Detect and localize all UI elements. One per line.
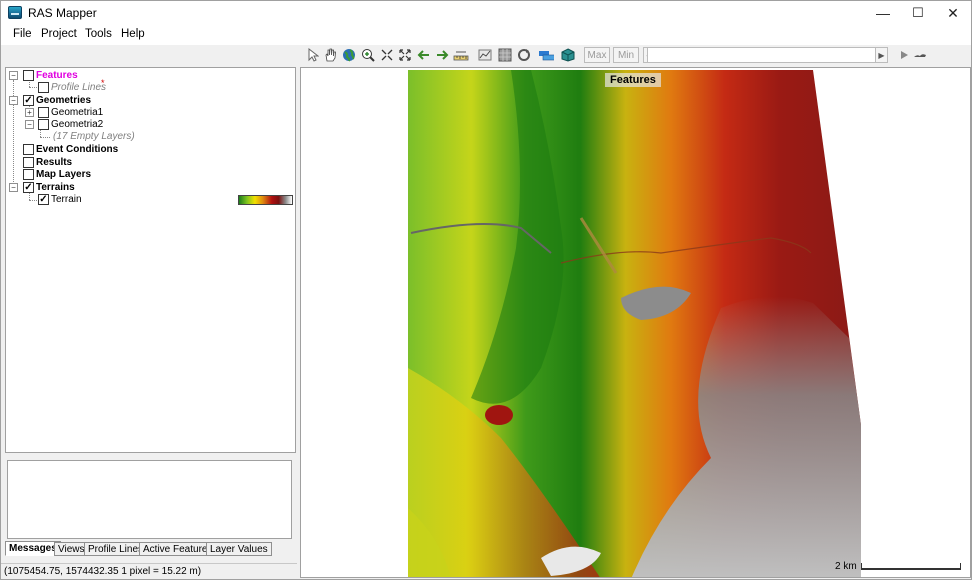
maximize-button[interactable]: ☐ [900, 1, 936, 25]
minimize-button[interactable]: — [865, 1, 901, 25]
geometria2-node-label[interactable]: Geometria2 [51, 119, 103, 130]
tree-connector [29, 80, 30, 87]
scale-bar [861, 563, 961, 570]
terrains-checkbox[interactable]: ✓ [23, 182, 34, 193]
max-button[interactable]: Max [584, 47, 610, 63]
terrain-raster [408, 70, 861, 577]
map-layers-checkbox[interactable] [23, 169, 34, 180]
geometria2-collapse-toggle[interactable]: − [25, 120, 34, 129]
min-button[interactable]: Min [613, 47, 639, 63]
globe-icon[interactable] [341, 47, 357, 63]
window-title: RAS Mapper [28, 6, 97, 20]
profile-lines-checkbox[interactable] [38, 82, 49, 93]
map-toolbar: Max Min ◀ ▶ [301, 46, 971, 66]
ras-mapper-app-icon [8, 6, 22, 19]
modified-marker: * [101, 78, 105, 88]
title-bar: RAS Mapper — ☐ ✕ [1, 1, 971, 25]
terrain-checkbox[interactable]: ✓ [38, 194, 49, 205]
empty-layers-label: (17 Empty Layers) [53, 131, 135, 142]
menu-help[interactable]: Help [121, 28, 145, 40]
geometria1-node-label[interactable]: Geometria1 [51, 107, 103, 118]
menu-project[interactable]: Project [41, 28, 77, 40]
geometria1-expand-toggle[interactable]: + [25, 108, 34, 117]
3d-cube-icon[interactable] [560, 47, 576, 63]
full-extent-icon[interactable] [397, 47, 413, 63]
tab-layer-values[interactable]: Layer Values [206, 542, 272, 556]
menu-tools[interactable]: Tools [85, 28, 112, 40]
layer-tree: − Features Profile Lines * − ✓ Geometrie… [5, 67, 296, 453]
messages-panel[interactable] [7, 460, 292, 539]
tree-connector [40, 137, 50, 138]
event-conditions-checkbox[interactable] [23, 144, 34, 155]
animation-speed-icon[interactable] [912, 47, 928, 63]
menu-bar: File Project Tools Help [1, 25, 971, 45]
event-conditions-node-label[interactable]: Event Conditions [36, 144, 118, 155]
forward-arrow-icon[interactable] [434, 47, 450, 63]
tree-connector [40, 129, 41, 137]
zoom-in-icon[interactable] [360, 47, 376, 63]
results-node-label[interactable]: Results [36, 157, 72, 168]
tree-connector [29, 87, 37, 88]
time-scroll-right-button[interactable]: ▶ [875, 47, 888, 63]
raster-icon[interactable] [497, 47, 513, 63]
features-checkbox[interactable] [23, 70, 34, 81]
features-node-label[interactable]: Features [36, 70, 78, 81]
tree-connector [29, 200, 37, 201]
zoom-to-layer-icon[interactable] [379, 47, 395, 63]
geometria2-checkbox[interactable] [38, 119, 49, 130]
terrain-node-label[interactable]: Terrain [51, 194, 82, 205]
geometria1-checkbox[interactable] [38, 107, 49, 118]
features-collapse-toggle[interactable]: − [9, 71, 18, 80]
profile-lines-node-label[interactable]: Profile Lines [51, 82, 106, 93]
tab-active-features[interactable]: Active Features [139, 542, 217, 556]
profile-plot-icon[interactable] [477, 47, 493, 63]
close-button[interactable]: ✕ [935, 1, 971, 25]
map-view[interactable]: Features 2 km [300, 67, 971, 578]
menu-file[interactable]: File [13, 28, 32, 40]
tab-profile-lines[interactable]: Profile Lines [84, 542, 148, 556]
scale-bar-label: 2 km [835, 561, 857, 572]
coordinate-status: (1075454.75, 1574432.35 1 pixel = 15.22 … [1, 563, 297, 579]
back-arrow-icon[interactable] [416, 47, 432, 63]
select-arrow-icon[interactable] [305, 47, 321, 63]
tree-connector [29, 192, 30, 200]
geometries-node-label[interactable]: Geometries [36, 95, 91, 106]
map-layers-node-label[interactable]: Map Layers [36, 169, 91, 180]
tab-messages[interactable]: Messages [5, 541, 61, 556]
results-checkbox[interactable] [23, 157, 34, 168]
geometries-checkbox[interactable]: ✓ [23, 95, 34, 106]
terrains-node-label[interactable]: Terrains [36, 182, 75, 193]
play-icon[interactable] [896, 47, 912, 63]
ruler-icon[interactable] [453, 47, 469, 63]
redraw-icon[interactable] [516, 47, 532, 63]
ras-mapper-window: RAS Mapper — ☐ ✕ File Project Tools Help [0, 0, 972, 580]
geometries-collapse-toggle[interactable]: − [9, 96, 18, 105]
terrain-color-legend[interactable] [238, 195, 293, 205]
layer-stack-icon[interactable] [538, 47, 554, 63]
terrains-collapse-toggle[interactable]: − [9, 183, 18, 192]
pan-hand-icon[interactable] [322, 47, 338, 63]
time-slider[interactable] [647, 47, 888, 63]
map-overlay-label: Features [605, 73, 661, 87]
